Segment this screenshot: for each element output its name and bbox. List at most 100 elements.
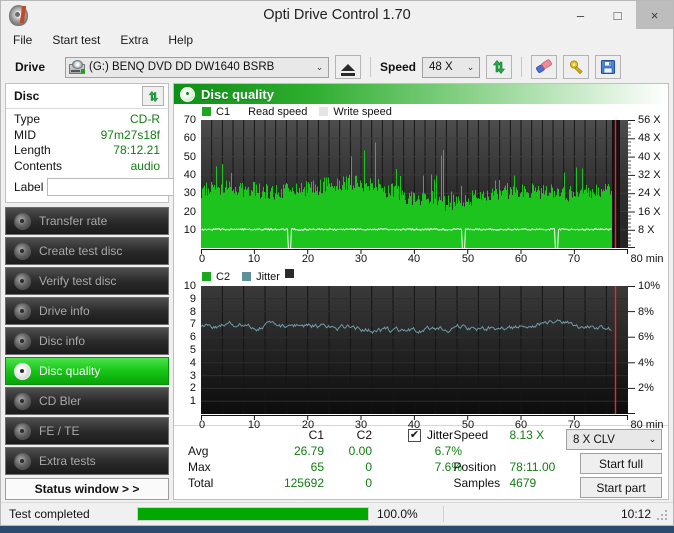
sidebar-item-create-test-disc[interactable]: Create test disc — [5, 237, 169, 265]
left-panel: Disc Type CD-R MID 97m27s18f Length 78:1… — [5, 83, 252, 500]
x-axis-unit-label: 80 min — [630, 253, 664, 265]
y-tick: 7 — [189, 318, 196, 331]
legend-swatch-c2 — [202, 272, 211, 281]
sidebar-item-verify-test-disc[interactable]: Verify test disc — [5, 267, 169, 295]
disc-refresh-button[interactable] — [142, 86, 164, 106]
chart-c1-right-ruler — [628, 120, 635, 248]
disc-row-length: Length 78:12.21 — [14, 143, 160, 159]
save-button[interactable] — [595, 55, 622, 79]
chart-c1-yaxis-left: 70 60 50 40 30 20 10 — [174, 114, 198, 248]
menu-item-help[interactable]: Help — [168, 33, 193, 47]
sidebar-item-extra-tests[interactable]: Extra tests — [5, 447, 169, 475]
legend-swatch-jitter — [242, 272, 252, 281]
menu-item-file[interactable]: File — [13, 33, 32, 47]
sidebar-nav: Transfer rate Create test disc Verify te… — [5, 207, 169, 475]
start-part-button[interactable]: Start part — [580, 477, 662, 498]
sidebar-item-label: Create test disc — [39, 244, 123, 258]
disc-row-mid: MID 97m27s18f — [14, 128, 160, 144]
menu-bar: File Start test Extra Help — [1, 29, 673, 51]
stats-row-total-label: Total — [188, 476, 214, 490]
progress-fill — [138, 508, 368, 520]
maximize-button[interactable]: □ — [599, 1, 636, 29]
y-tick: 40 — [183, 168, 196, 181]
y-tick-right: 32 X — [638, 168, 661, 181]
erase-button[interactable] — [531, 55, 558, 79]
refresh-icon — [148, 90, 158, 102]
y-tick-right: 16 X — [638, 205, 661, 218]
close-button[interactable]: × — [636, 1, 673, 29]
y-tick: 9 — [189, 292, 196, 305]
x-tick: 40 — [407, 253, 421, 265]
disc-icon — [14, 212, 31, 230]
stats-col-c1: C1 — [308, 428, 324, 442]
jitter-toggle[interactable]: ✔ Jitter — [408, 428, 453, 442]
progress-label: 100.0% — [377, 507, 418, 521]
disc-box-header: Disc — [6, 84, 168, 109]
legend-swatch-write-speed — [319, 107, 329, 116]
chart-c2-svg — [201, 286, 628, 414]
disc-label-row: Label — [14, 177, 252, 197]
chart-c1-plot — [201, 120, 628, 248]
disc-row-contents: Contents audio — [14, 159, 160, 175]
chart-c1-xaxis: 0 10 20 30 40 50 60 70 80 min — [199, 249, 664, 265]
y-tick: 4 — [189, 356, 196, 369]
y-tick-right: 8% — [638, 305, 654, 318]
disc-info-rows: Type CD-R MID 97m27s18f Length 78:12.21 … — [6, 109, 252, 202]
sidebar-item-cd-bler[interactable]: CD Bler — [5, 387, 169, 415]
chart-c1-readspeed: C1 Read speed Write speed 70 60 50 40 30 — [174, 104, 668, 270]
eject-button[interactable] — [335, 55, 361, 79]
menu-item-extra[interactable]: Extra — [120, 33, 148, 47]
readout-area: Speed 8.13 X Position 78:11.00 Samples 4… — [447, 428, 566, 499]
y-tick-right: 24 X — [638, 187, 661, 200]
speed-readout-value: 8.13 X — [509, 428, 545, 442]
drive-select[interactable]: (G:) BENQ DVD DD DW1640 BSRB ⌄ — [65, 56, 329, 78]
chevron-down-icon: ⌄ — [466, 61, 475, 72]
disc-label-key: Label — [14, 180, 44, 194]
settings-button[interactable] — [563, 55, 590, 79]
menu-item-start-test[interactable]: Start test — [52, 33, 100, 47]
eject-icon — [341, 63, 355, 76]
y-tick-right: 4% — [638, 356, 654, 369]
disc-row-key: Type — [14, 112, 41, 126]
y-tick-right: 2% — [638, 382, 654, 395]
sidebar-item-drive-info[interactable]: Drive info — [5, 297, 169, 325]
sidebar-item-disc-quality[interactable]: Disc quality — [5, 357, 169, 385]
sidebar-item-label: Extra tests — [39, 454, 96, 468]
y-tick: 1 — [189, 395, 196, 408]
refresh-button[interactable] — [486, 55, 513, 79]
key-icon — [569, 60, 583, 75]
sidebar-item-transfer-rate[interactable]: Transfer rate — [5, 207, 169, 235]
disc-row-key: Length — [14, 143, 51, 157]
stats-area: C1 C2 Avg 26.79 0.00 6.7% Max 65 0 7.6% … — [174, 425, 668, 499]
refresh-icon — [492, 60, 506, 74]
y-tick: 60 — [183, 132, 196, 145]
x-tick: 30 — [354, 253, 368, 265]
stats-max-c1: 65 — [310, 460, 324, 474]
stats-avg-c1: 26.79 — [293, 444, 324, 458]
position-readout-value: 78:11.00 — [509, 460, 556, 474]
sidebar-item-fe-te[interactable]: FE / TE — [5, 417, 169, 445]
status-window-button[interactable]: Status window > > — [5, 478, 169, 500]
x-tick: 10 — [247, 253, 261, 265]
stats-max-c2: 0 — [365, 460, 372, 474]
x-tick: 20 — [301, 253, 315, 265]
disc-info-box: Disc Type CD-R MID 97m27s18f Length 78:1… — [5, 83, 252, 203]
x-axis-unit-label: 80 min — [630, 419, 664, 431]
disc-icon — [14, 452, 31, 470]
chevron-down-icon: ⌄ — [315, 61, 324, 72]
resize-grip[interactable] — [657, 510, 669, 522]
disc-row-value: CD-R — [130, 112, 160, 126]
drive-icon — [69, 60, 85, 74]
sidebar-item-label: CD Bler — [39, 394, 82, 408]
y-tick: 10 — [183, 223, 196, 236]
minimize-button[interactable]: – — [562, 1, 599, 29]
speed-select[interactable]: 48 X ⌄ — [422, 56, 481, 78]
y-tick-right: 8 X — [638, 223, 655, 236]
start-full-button[interactable]: Start full — [580, 453, 662, 474]
sidebar-item-label: Drive info — [39, 304, 90, 318]
sidebar-item-disc-info[interactable]: Disc info — [5, 327, 169, 355]
disc-icon — [14, 272, 31, 290]
disc-quality-panel: Disc quality C1 Read speed Write speed 7… — [173, 83, 669, 500]
speed-readout-label: Speed — [453, 428, 489, 442]
jitter-checkbox[interactable]: ✔ — [408, 428, 421, 442]
